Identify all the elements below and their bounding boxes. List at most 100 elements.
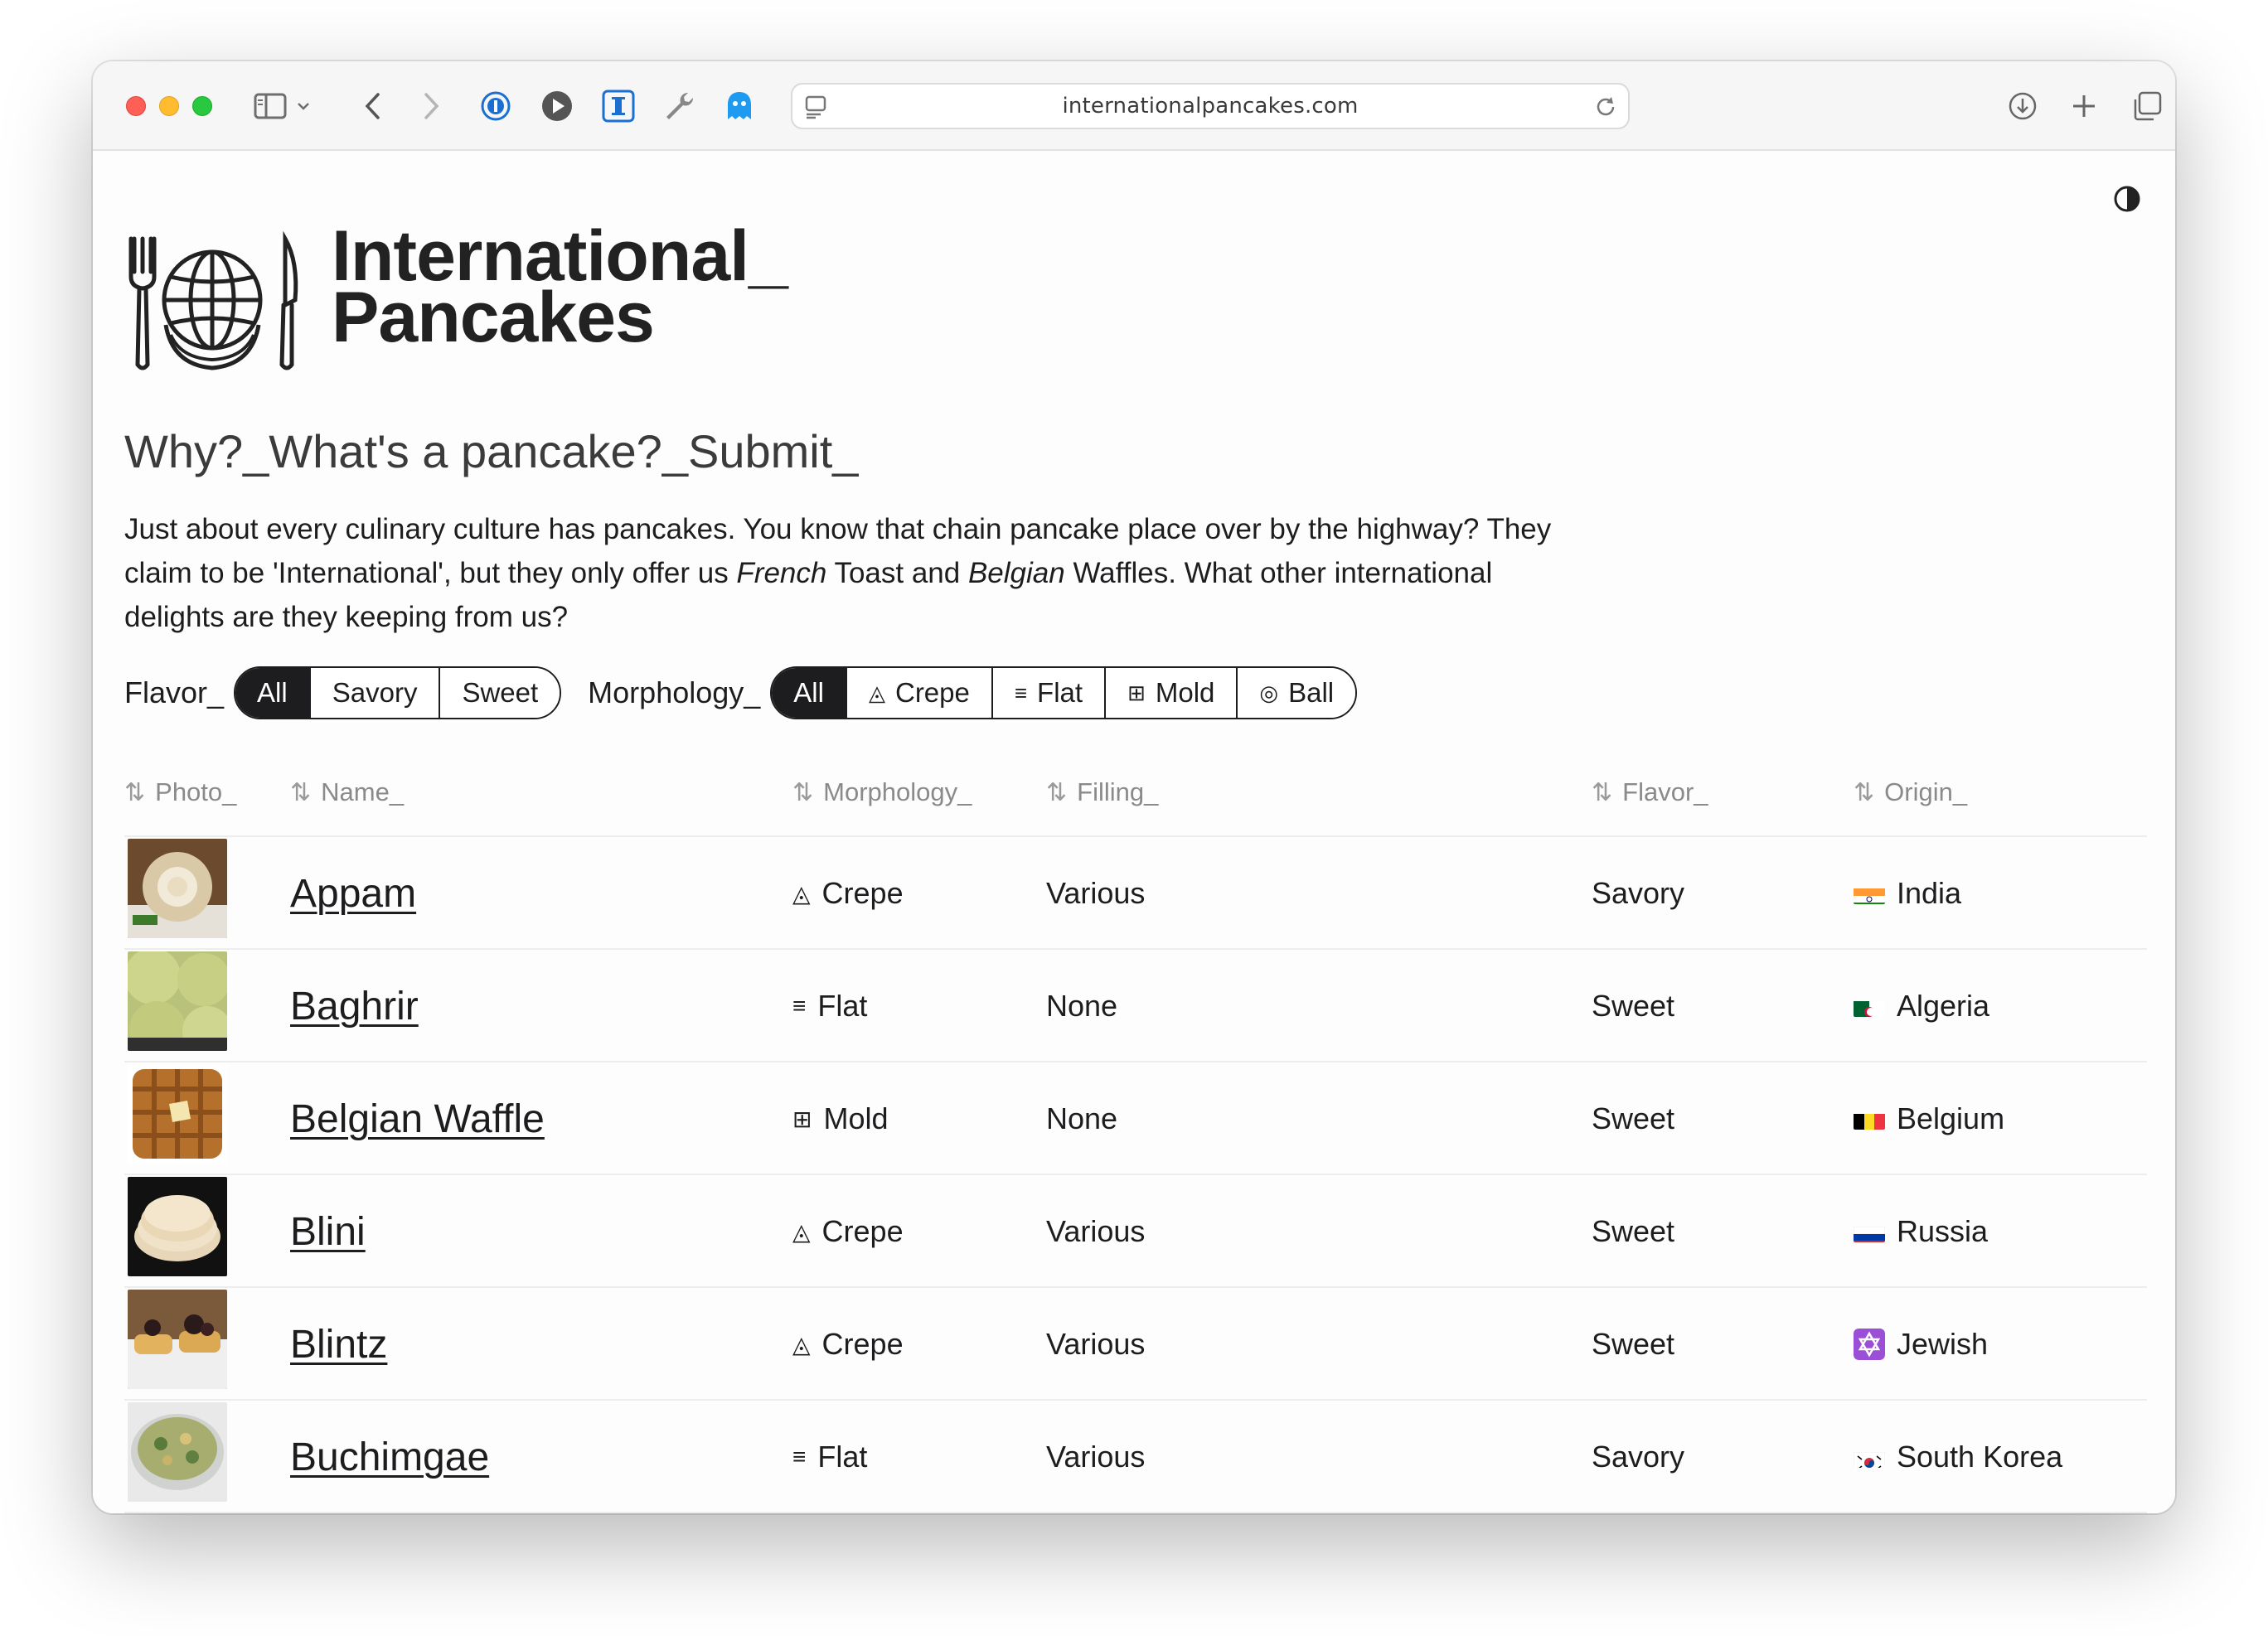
morph-filter-mold[interactable]: ⊞ Mold [1104,668,1237,718]
page-content: International_ Pancakes Why?_What's a pa… [93,151,2175,1513]
contrast-icon[interactable] [2112,184,2142,214]
morph-filter-all[interactable]: All [772,668,846,718]
header-photo[interactable]: ⇅ Photo_ [124,777,236,807]
table-row: Belgian Waffle ⊞ Mold None Sweet Belgium [124,1062,2147,1175]
morph-filter-flat[interactable]: ≡ Flat [991,668,1105,718]
wrench-icon[interactable] [660,86,700,126]
pancake-name-link[interactable]: Buchimgae [290,1435,489,1480]
flavor-filter-savory[interactable]: Savory [308,668,439,718]
chevron-down-icon[interactable] [290,86,317,126]
site-brand[interactable]: International_ Pancakes [332,220,788,353]
header-origin-label: Origin_ [1884,777,1968,806]
nav-why-link[interactable]: Why?_ [124,425,269,477]
origin-value: Jewish [1897,1327,1989,1361]
header-flavor[interactable]: ⇅ Flavor_ [1592,777,1708,807]
pancake-name-cell: Blintz [290,1288,387,1401]
sort-icon: ⇅ [792,778,814,806]
intro-text-2: Toast and [826,557,968,589]
minimize-window-button[interactable] [159,96,179,116]
morph-filter-all-label: All [793,677,824,708]
header-name[interactable]: ⇅ Name_ [290,777,404,807]
pancake-table: ⇅ Photo_ ⇅ Name_ ⇅ Morphology_ ⇅ Filling_ ⇅ F… [124,746,2147,1513]
header-filling[interactable]: ⇅ Filling_ [1046,777,1158,807]
filling-cell: None [1046,989,1118,1023]
pancake-photo[interactable] [128,1402,227,1502]
sort-icon: ⇅ [124,778,146,806]
morph-filter-ball-label: Ball [1288,677,1335,708]
morphology-cell: ≡ Flat [792,1401,867,1513]
table-row: Appam ◬ Crepe Various Savory India [124,837,2147,950]
new-tab-icon[interactable] [2064,86,2104,126]
flavor-filter-group: All Savory Sweet [234,666,562,719]
morphology-value: Flat [817,989,868,1023]
reload-icon[interactable] [1593,94,1618,123]
morphology-cell: ◬ Crepe [792,837,904,950]
header-origin[interactable]: ⇅ Origin_ [1854,777,1967,807]
morph-filter-mold-label: Mold [1155,677,1215,708]
table-row: Blintz ◬ Crepe Various Sweet Jewish [124,1288,2147,1401]
page-settings-icon[interactable] [804,94,829,123]
sidebar-icon[interactable] [250,86,290,126]
origin-value: Algeria [1897,989,1990,1023]
pancake-name-cell: Appam [290,837,416,950]
url-text[interactable]: internationalpancakes.com [1062,94,1358,119]
pancake-photo[interactable] [128,839,227,938]
zoom-window-button[interactable] [192,96,212,116]
pancake-photo[interactable] [128,1064,227,1164]
table-header: ⇅ Photo_ ⇅ Name_ ⇅ Morphology_ ⇅ Filling_ ⇅ F… [124,746,2147,837]
header-morphology[interactable]: ⇅ Morphology_ [792,777,972,807]
morph-filter-crepe[interactable]: ◬ Crepe [845,668,991,718]
globe-plate-logo-icon[interactable] [123,225,302,378]
morph-filter-ball[interactable]: ◎ Ball [1236,668,1356,718]
origin-cell: Algeria [1854,950,1989,1062]
pancake-name-link[interactable]: Blini [290,1209,366,1255]
pancake-photo[interactable] [128,951,227,1051]
main-nav: Why?_What's a pancake?_Submit_ [124,424,858,478]
header-filling-label: Filling_ [1077,777,1159,806]
origin-value: India [1897,876,1962,910]
origin-cell: India [1854,837,1961,950]
morphology-value: Crepe [821,1214,904,1248]
pancake-name-link[interactable]: Baghrir [290,984,419,1029]
flavor-cell: Savory [1592,876,1685,910]
origin-cell: Jewish [1854,1288,1988,1401]
back-icon[interactable] [353,86,393,126]
russia-flag-icon [1854,1221,1885,1242]
flavor-filter-all[interactable]: All [235,668,309,718]
nav-submit-link[interactable]: Submit_ [688,425,858,477]
pancake-photo[interactable] [128,1290,227,1389]
morph-filter-crepe-label: Crepe [894,677,970,708]
forward-icon[interactable] [411,86,451,126]
play-icon[interactable] [537,86,577,126]
sort-icon: ⇅ [1592,778,1613,806]
address-bar[interactable]: internationalpancakes.com [791,83,1630,129]
origin-cell: South Korea [1854,1401,2062,1513]
close-window-button[interactable] [126,96,146,116]
flavor-cell: Sweet [1592,1214,1675,1248]
intro-paragraph: Just about every culinary culture has pa… [124,507,1583,639]
nav-whats-a-pancake-link[interactable]: What's a pancake?_ [269,425,688,477]
pancake-name-link[interactable]: Blintz [290,1322,387,1367]
download-icon[interactable] [2003,86,2043,126]
crepe-icon: ◬ [792,1218,811,1245]
instapaper-icon[interactable] [598,86,638,126]
password-manager-icon[interactable] [476,86,516,126]
pancake-name-link[interactable]: Belgian Waffle [290,1096,545,1142]
sort-icon: ⇅ [1854,778,1875,806]
pancake-name-cell: Buchimgae [290,1401,489,1513]
tabs-overview-icon[interactable] [2127,86,2167,126]
flavor-filter-sweet[interactable]: Sweet [439,668,560,718]
star-of-david-icon [1854,1329,1885,1360]
filling-cell: Various [1046,876,1146,910]
origin-cell: Belgium [1854,1062,2004,1175]
table-row: Blini ◬ Crepe Various Sweet Russia [124,1175,2147,1288]
pancake-photo[interactable] [128,1177,227,1276]
pancake-name-link[interactable]: Appam [290,871,416,917]
filling-cell: Various [1046,1327,1146,1361]
intro-belgian: Belgian [967,557,1065,589]
morphology-cell: ◬ Crepe [792,1288,904,1401]
ghost-icon[interactable] [720,86,759,126]
table-row: Buchimgae ≡ Flat Various Savory South Kor… [124,1401,2147,1513]
header-photo-label: Photo_ [155,777,237,806]
sort-icon: ⇅ [1046,778,1068,806]
